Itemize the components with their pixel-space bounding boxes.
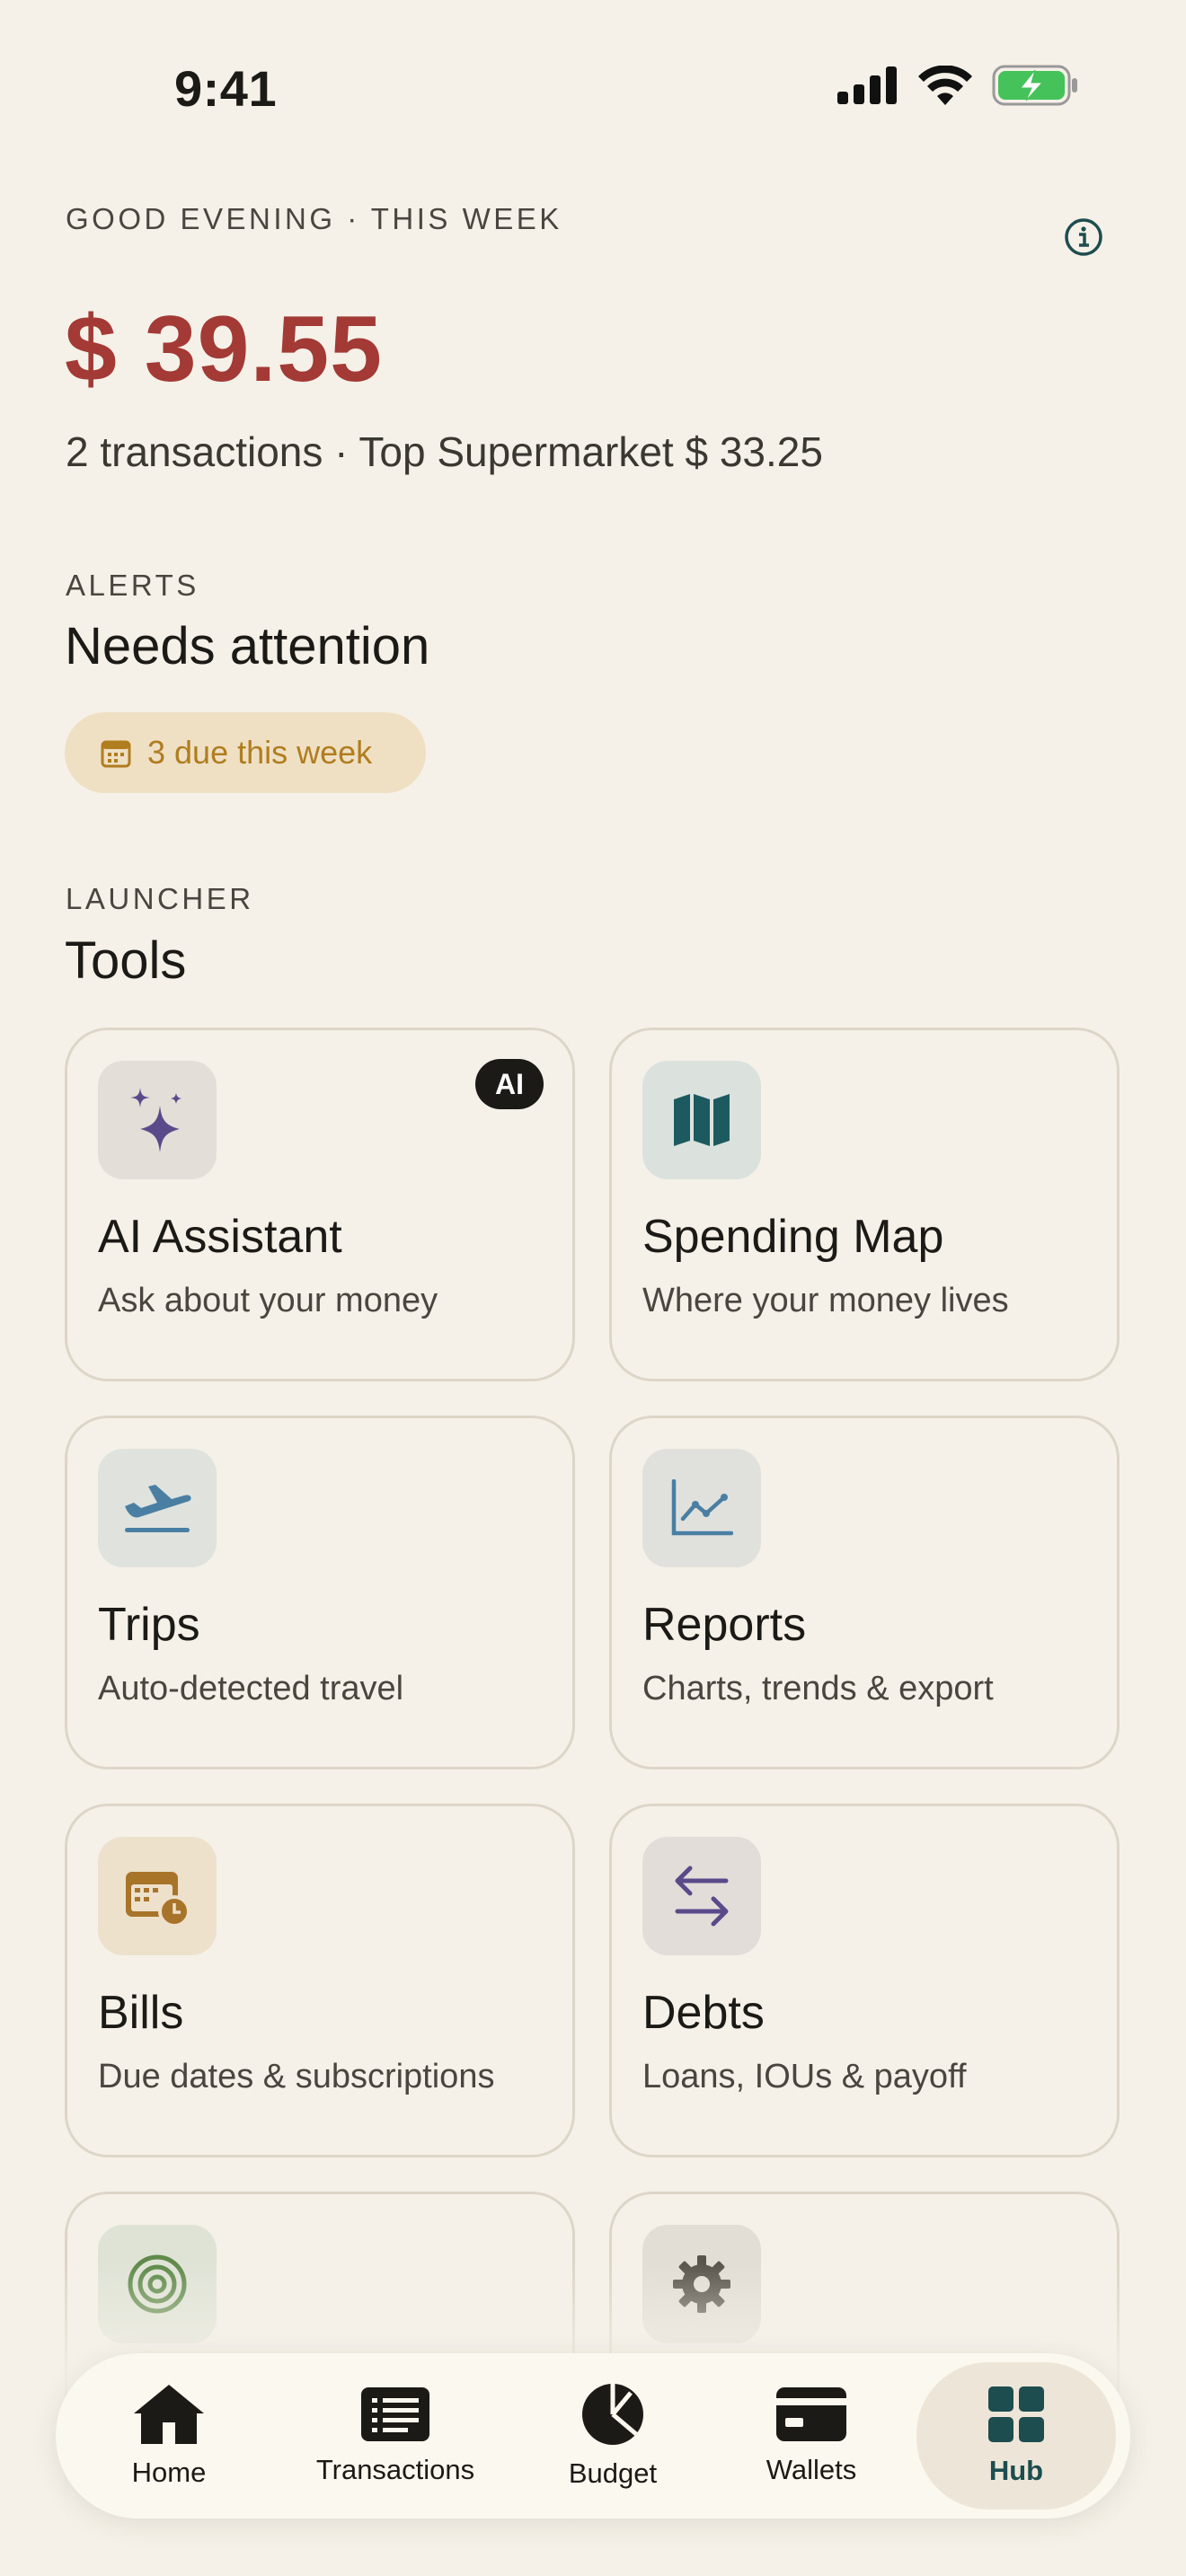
- tool-card-spending-map[interactable]: Spending Map Where your money lives: [609, 1028, 1120, 1381]
- tool-subtitle: Auto-detected travel: [98, 1670, 404, 1707]
- cellular-signal-icon: [837, 66, 897, 104]
- battery-charging-icon: [992, 65, 1077, 106]
- tool-title: Bills: [98, 1987, 184, 2039]
- status-time: 9:41: [174, 60, 278, 117]
- weekly-total: $ 39.55: [65, 297, 383, 401]
- ai-badge: AI: [475, 1059, 544, 1109]
- tool-title: AI Assistant: [98, 1211, 342, 1263]
- tool-card-debts[interactable]: Debts Loans, IOUs & payoff: [609, 1804, 1120, 2157]
- line-chart-icon: [671, 1479, 733, 1536]
- pie-chart-icon: [582, 2384, 643, 2445]
- tab-bar: Home Transactions Budget Wallets Hub: [56, 2353, 1130, 2519]
- map-icon: [674, 1094, 730, 1146]
- tool-title: Reports: [642, 1599, 807, 1651]
- sparkles-icon: [130, 1088, 181, 1152]
- hub-screen: 9:41 GOOD EVENING · THIS WEEK $ 39.55 2 …: [0, 0, 1186, 2576]
- target-icon: [128, 2254, 187, 2314]
- spending-map-icon-tile: [642, 1061, 761, 1179]
- greeting-label: GOOD EVENING · THIS WEEK: [66, 202, 562, 235]
- tool-title: Spending Map: [642, 1211, 944, 1263]
- tab-label: Transactions: [315, 2454, 475, 2485]
- trips-icon-tile: [98, 1449, 217, 1567]
- tab-wallets[interactable]: Wallets: [739, 2353, 884, 2519]
- tab-label: Wallets: [766, 2454, 857, 2485]
- tab-transactions[interactable]: Transactions: [288, 2353, 503, 2519]
- settings-icon-tile: [642, 2225, 761, 2343]
- tool-title: Trips: [98, 1599, 200, 1651]
- debts-icon-tile: [642, 1837, 761, 1955]
- tool-subtitle: Loans, IOUs & payoff: [642, 2058, 967, 2095]
- grid-icon: [988, 2386, 1044, 2442]
- launcher-title: Tools: [65, 931, 187, 990]
- bills-icon-tile: [98, 1837, 217, 1955]
- tab-hub[interactable]: Hub: [916, 2362, 1116, 2510]
- tab-label: Home: [131, 2457, 207, 2488]
- alerts-title: Needs attention: [65, 617, 430, 675]
- launcher-eyebrow: LAUNCHER: [66, 882, 254, 915]
- wallet-icon: [776, 2387, 846, 2441]
- tool-subtitle: Where your money lives: [642, 1282, 1009, 1319]
- due-this-week-label: 3 due this week: [147, 734, 373, 771]
- wifi-icon: [918, 66, 972, 105]
- tab-label: Budget: [568, 2457, 658, 2489]
- transfer-arrows-icon: [675, 1866, 729, 1927]
- airplane-icon: [125, 1485, 191, 1532]
- tab-label: Hub: [988, 2455, 1044, 2486]
- tool-subtitle: Due dates & subscriptions: [98, 2058, 495, 2095]
- tool-card-bills[interactable]: Bills Due dates & subscriptions: [65, 1804, 575, 2157]
- alerts-eyebrow: ALERTS: [66, 569, 199, 602]
- gear-icon: [673, 2255, 730, 2313]
- info-icon[interactable]: [1064, 217, 1103, 257]
- tool-subtitle: Ask about your money: [98, 1282, 438, 1319]
- status-icons: [837, 65, 1078, 106]
- calendar-clock-icon: [126, 1872, 190, 1928]
- calendar-icon: [101, 740, 131, 768]
- tool-card-trips[interactable]: Trips Auto-detected travel: [65, 1416, 575, 1769]
- tool-card-reports[interactable]: Reports Charts, trends & export: [609, 1416, 1120, 1769]
- home-icon: [134, 2385, 204, 2444]
- list-icon: [361, 2387, 429, 2441]
- tab-budget[interactable]: Budget: [541, 2353, 685, 2519]
- tool-card-ai-assistant[interactable]: AI AI Assistant Ask about your money: [65, 1028, 575, 1381]
- tool-subtitle: Charts, trends & export: [642, 1670, 994, 1707]
- due-this-week-pill[interactable]: 3 due this week: [65, 712, 426, 793]
- reports-icon-tile: [642, 1449, 761, 1567]
- ai-assistant-icon-tile: [98, 1061, 217, 1179]
- tab-home[interactable]: Home: [92, 2353, 246, 2519]
- weekly-summary: 2 transactions · Top Supermarket $ 33.25: [66, 428, 823, 475]
- status-bar: 9:41: [0, 0, 1186, 171]
- tool-title: Debts: [642, 1987, 765, 2039]
- goals-icon-tile: [98, 2225, 217, 2343]
